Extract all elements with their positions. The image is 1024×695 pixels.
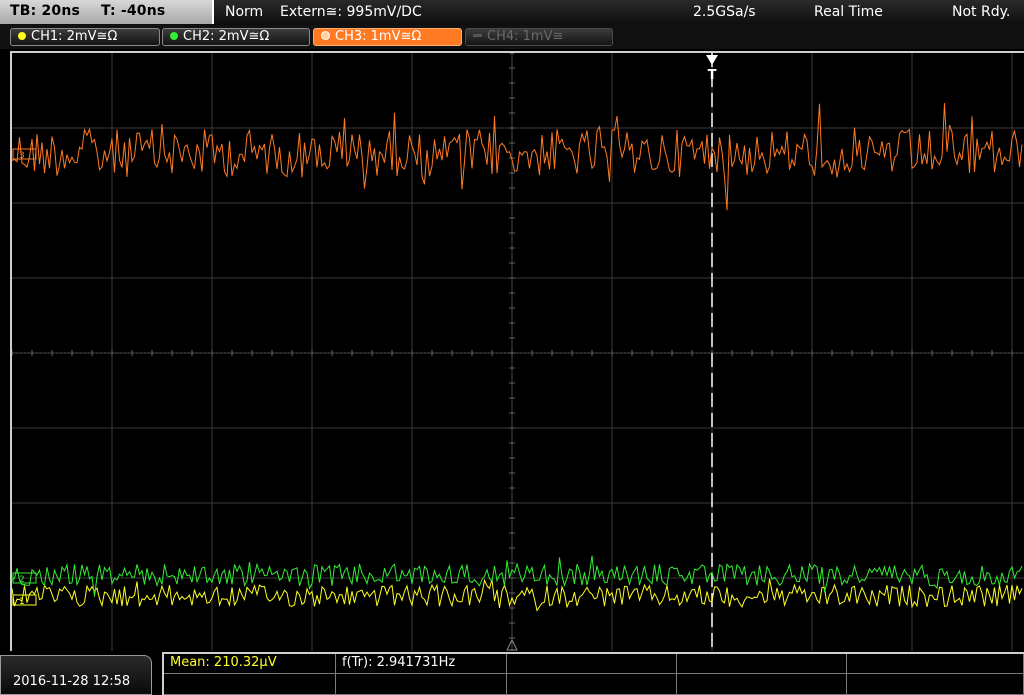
svg-text:2: 2 <box>19 575 25 585</box>
acquisition-state: Not Rdy. <box>952 4 1011 20</box>
ch1-waveform <box>12 578 1023 612</box>
channel-ch3-button[interactable]: CH3: 1mV≅Ω <box>313 28 462 46</box>
channel-ch2-button[interactable]: CH2: 2mV≅Ω <box>162 28 310 46</box>
scope-graticule: T 3 2 1 <box>12 53 1024 651</box>
acquisition-mode[interactable]: Real Time <box>814 4 883 20</box>
datetime-label: 2016-11-28 12:58 <box>13 674 131 689</box>
measurement-cell-empty[interactable] <box>336 674 507 695</box>
waveform-display[interactable]: T 3 2 1 <box>10 51 1024 651</box>
measurement-cell-empty[interactable] <box>677 674 847 695</box>
ch3-indicator-icon <box>321 31 330 40</box>
status-bar: TB: 20ns T: -40ns Norm Extern≅: 995mV∕DC… <box>0 0 1024 26</box>
ch2-label: CH2: 2mV≅Ω <box>183 29 270 44</box>
svg-text:3: 3 <box>19 151 25 161</box>
timebase-label: TB: 20ns <box>10 3 81 19</box>
trigger-position-marker[interactable]: T <box>706 55 718 83</box>
datetime-box: 2016-11-28 12:58 <box>0 655 152 695</box>
measurement-cell-empty[interactable] <box>164 674 336 695</box>
measurement-freq: f(Tr): 2.941731Hz <box>342 655 456 670</box>
channel-ch4-button[interactable]: CH4: 1mV≅ <box>465 28 613 46</box>
ch4-indicator-icon <box>473 34 482 37</box>
trigger-marker-label: T <box>708 68 717 83</box>
ch2-indicator-icon <box>170 32 178 40</box>
ch2-level-marker[interactable]: 2 <box>12 572 37 585</box>
measurement-mean: Mean: 210.32µV <box>170 655 277 670</box>
trigger-source[interactable]: Extern≅: 995mV∕DC <box>280 4 422 20</box>
ch1-label: CH1: 2mV≅Ω <box>31 29 118 44</box>
trigger-offset-label: T: -40ns <box>101 3 166 19</box>
ch3-label: CH3: 1mV≅Ω <box>335 29 422 44</box>
measurement-cell-empty[interactable] <box>847 674 1024 695</box>
channel-bar: CH1: 2mV≅Ω CH2: 2mV≅Ω CH3: 1mV≅Ω CH4: 1m… <box>0 25 1024 49</box>
channel-ch1-button[interactable]: CH1: 2mV≅Ω <box>10 28 160 46</box>
measurement-cell-empty[interactable] <box>847 654 1024 674</box>
ch4-label: CH4: 1mV≅ <box>487 29 564 44</box>
trigger-mode[interactable]: Norm <box>225 4 263 20</box>
measurement-cell-empty[interactable] <box>677 654 847 674</box>
measurement-cell-empty[interactable] <box>507 654 677 674</box>
measurement-cell-freq[interactable]: f(Tr): 2.941731Hz <box>336 654 507 674</box>
measurement-cell-mean[interactable]: Mean: 210.32µV <box>164 654 336 674</box>
measurement-cell-empty[interactable] <box>507 674 677 695</box>
ch3-waveform <box>12 103 1023 211</box>
ch1-indicator-icon <box>18 32 26 40</box>
svg-text:1: 1 <box>19 597 25 607</box>
sample-rate[interactable]: 2.5GSa/s <box>693 4 756 20</box>
timebase-box[interactable]: TB: 20ns T: -40ns <box>0 0 214 24</box>
measurement-table: Mean: 210.32µV f(Tr): 2.941731Hz <box>162 652 1024 695</box>
